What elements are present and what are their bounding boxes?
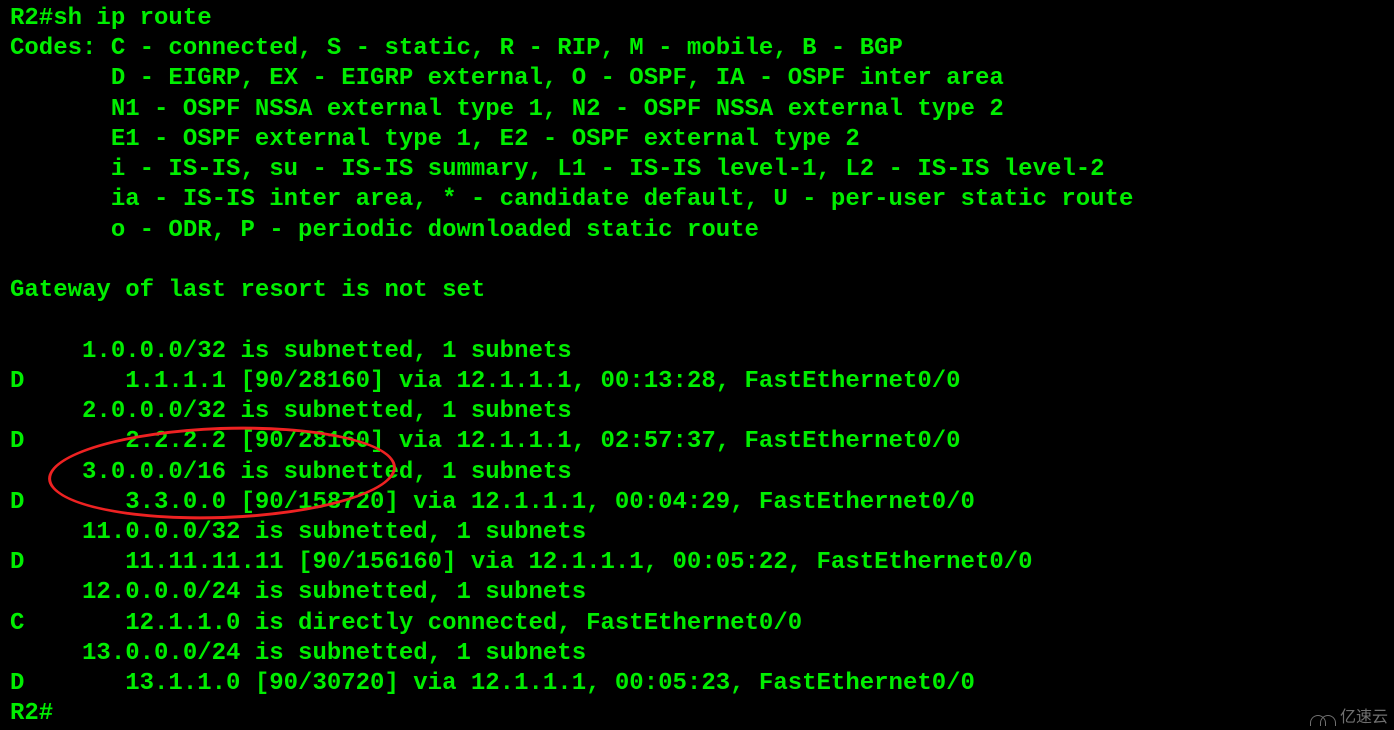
watermark-text: 亿速云 xyxy=(1340,708,1388,728)
codes-legend-line: D - EIGRP, EX - EIGRP external, O - OSPF… xyxy=(10,64,1384,94)
route-entry: D 2.2.2.2 [90/28160] via 12.1.1.1, 02:57… xyxy=(10,427,1384,457)
codes-legend-line: i - IS-IS, su - IS-IS summary, L1 - IS-I… xyxy=(10,155,1384,185)
gateway-line: Gateway of last resort is not set xyxy=(10,276,1384,306)
route-subnet-header: 1.0.0.0/32 is subnetted, 1 subnets xyxy=(10,337,1384,367)
watermark: 亿速云 xyxy=(1310,708,1388,728)
route-subnet-header: 3.0.0.0/16 is subnetted, 1 subnets xyxy=(10,458,1384,488)
codes-legend-line: Codes: C - connected, S - static, R - RI… xyxy=(10,34,1384,64)
codes-legend-line: o - ODR, P - periodic downloaded static … xyxy=(10,216,1384,246)
route-subnet-header: 11.0.0.0/32 is subnetted, 1 subnets xyxy=(10,518,1384,548)
route-subnet-header: 13.0.0.0/24 is subnetted, 1 subnets xyxy=(10,639,1384,669)
route-entry: D 11.11.11.11 [90/156160] via 12.1.1.1, … xyxy=(10,548,1384,578)
codes-legend-line: ia - IS-IS inter area, * - candidate def… xyxy=(10,185,1384,215)
command-prompt-line: R2# xyxy=(10,699,1384,729)
codes-legend-line: N1 - OSPF NSSA external type 1, N2 - OSP… xyxy=(10,95,1384,125)
cloud-icon xyxy=(1310,710,1336,726)
terminal-output[interactable]: R2#sh ip route Codes: C - connected, S -… xyxy=(10,4,1384,730)
route-subnet-header: 12.0.0.0/24 is subnetted, 1 subnets xyxy=(10,578,1384,608)
route-entry: D 3.3.0.0 [90/158720] via 12.1.1.1, 00:0… xyxy=(10,488,1384,518)
blank-line xyxy=(10,246,1384,276)
command-prompt-line: R2#sh ip route xyxy=(10,4,1384,34)
route-entry: D 1.1.1.1 [90/28160] via 12.1.1.1, 00:13… xyxy=(10,367,1384,397)
route-entry: D 13.1.1.0 [90/30720] via 12.1.1.1, 00:0… xyxy=(10,669,1384,699)
route-subnet-header: 2.0.0.0/32 is subnetted, 1 subnets xyxy=(10,397,1384,427)
route-entry: C 12.1.1.0 is directly connected, FastEt… xyxy=(10,609,1384,639)
blank-line xyxy=(10,306,1384,336)
codes-legend-line: E1 - OSPF external type 1, E2 - OSPF ext… xyxy=(10,125,1384,155)
